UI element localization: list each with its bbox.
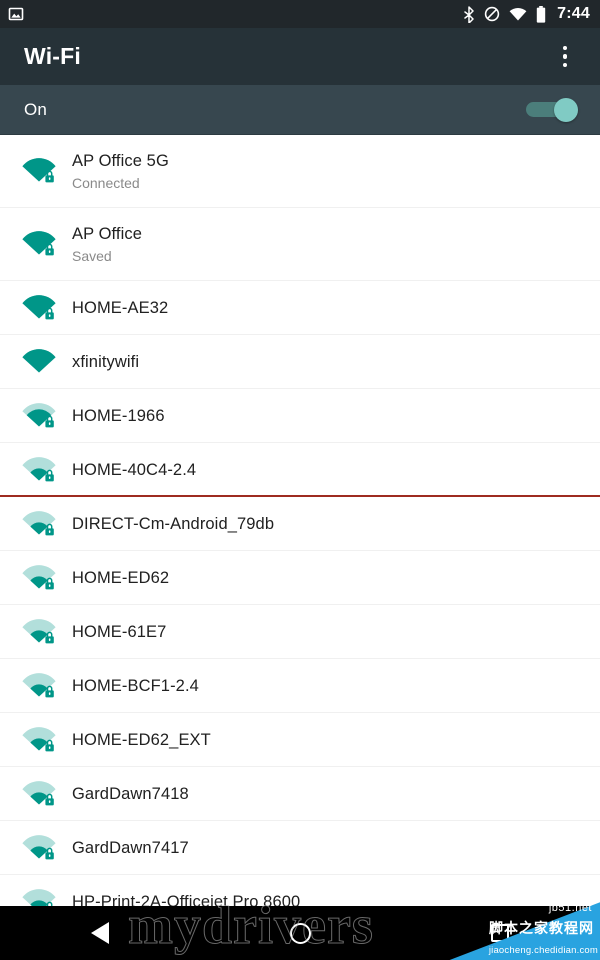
app-toolbar: Wi-Fi [0,28,600,85]
network-ssid: GardDawn7417 [72,838,189,857]
network-ssid: HOME-AE32 [72,298,169,317]
wifi-switch-label: On [24,99,48,119]
bluetooth-icon [464,5,474,23]
network-status: Saved [72,247,112,264]
system-navigation-bar [0,906,600,960]
network-text: AP Office Saved [70,224,142,265]
network-text: HOME-ED62 [70,568,169,588]
nav-recents-button[interactable] [440,906,560,960]
wifi-signal-icon [8,564,70,591]
network-row[interactable]: HOME-40C4-2.4 [0,443,600,497]
nav-home-button[interactable] [240,906,360,960]
wifi-signal-icon [8,510,70,537]
network-ssid: xfinitywifi [72,352,140,371]
status-bar-icons: 7:44 [463,5,590,23]
wifi-signal-icon [8,618,70,645]
wifi-signal-icon [8,726,70,753]
network-ssid: AP Office [72,224,142,243]
network-ssid: DIRECT-Cm-Android_79db [72,514,275,533]
home-circle-icon [289,922,311,944]
red-annotation-underline [0,495,600,497]
page-title: Wi-Fi [24,43,81,69]
network-text: HOME-AE32 [70,298,168,318]
network-text: HOME-BCF1-2.4 [70,676,199,696]
overflow-menu-icon[interactable] [548,37,582,77]
wifi-icon [509,7,527,20]
network-ssid: HOME-40C4-2.4 [72,460,197,479]
wifi-toggle-switch[interactable] [526,97,578,122]
do-not-disturb-icon [484,6,500,22]
wifi-signal-icon [8,456,70,483]
network-text: HOME-40C4-2.4 [70,460,196,480]
wifi-signal-icon [8,402,70,429]
network-text: AP Office 5G Connected [70,151,169,192]
network-text: HOME-61E7 [70,622,166,642]
network-row[interactable]: HOME-61E7 [0,605,600,659]
network-row[interactable]: AP Office 5G Connected [0,135,600,208]
network-text: GardDawn7417 [70,838,189,858]
network-text: xfinitywifi [70,352,139,372]
image-notification-icon [8,7,24,21]
network-status: Connected [72,174,140,191]
network-text: HOME-ED62_EXT [70,730,211,750]
network-row[interactable]: HOME-1966 [0,389,600,443]
wifi-signal-icon [8,158,70,184]
back-triangle-icon [91,922,109,944]
network-row[interactable]: HOME-AE32 [0,281,600,335]
nav-back-button[interactable] [40,906,160,960]
recents-square-icon [491,924,509,942]
network-row[interactable]: GardDawn7418 [0,767,600,821]
network-ssid: AP Office 5G [72,151,169,170]
wifi-signal-icon [8,672,70,699]
wifi-signal-icon [8,231,70,257]
wifi-network-list[interactable]: AP Office 5G Connected AP Office Saved HOME-… [0,135,600,929]
network-row[interactable]: GardDawn7417 [0,821,600,875]
status-bar: 7:44 [0,0,600,28]
network-row[interactable]: AP Office Saved [0,208,600,281]
network-ssid: HOME-ED62_EXT [72,730,211,749]
status-bar-clock: 7:44 [557,5,590,22]
wifi-signal-icon [8,348,70,375]
toggle-thumb [554,97,578,122]
status-bar-notifications [8,6,24,22]
android-wifi-settings-screen: 7:44 Wi-Fi On AP Office 5G Connected AP Of… [0,0,600,960]
network-ssid: HOME-1966 [72,406,165,425]
network-text: DIRECT-Cm-Android_79db [70,514,274,534]
network-ssid: GardDawn7418 [72,784,189,803]
wifi-signal-icon [8,294,70,321]
battery-icon [536,5,546,23]
network-text: HOME-1966 [70,406,165,426]
network-row[interactable]: HOME-BCF1-2.4 [0,659,600,713]
network-row[interactable]: HOME-ED62 [0,551,600,605]
network-row[interactable]: DIRECT-Cm-Android_79db [0,497,600,551]
network-ssid: HOME-61E7 [72,622,167,641]
network-ssid: HOME-ED62 [72,568,170,587]
network-row[interactable]: HOME-ED62_EXT [0,713,600,767]
network-row[interactable]: xfinitywifi [0,335,600,389]
wifi-signal-icon [8,780,70,807]
wifi-signal-icon [8,834,70,861]
network-ssid: HOME-BCF1-2.4 [72,676,199,695]
wifi-master-switch-row[interactable]: On [0,85,600,135]
network-text: GardDawn7418 [70,784,189,804]
